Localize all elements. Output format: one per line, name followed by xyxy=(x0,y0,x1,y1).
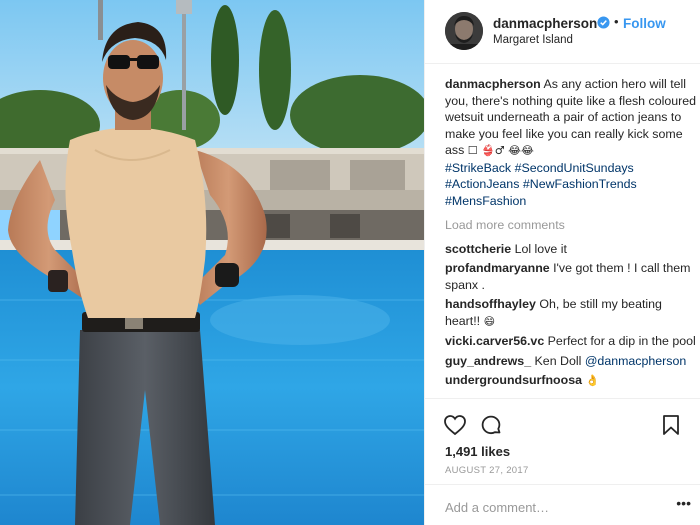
caption-username[interactable]: danmacpherson xyxy=(445,77,541,91)
mention-link[interactable]: @danmacpherson xyxy=(585,354,686,368)
post-side-panel: danmacpherson • Follow Margaret Island d… xyxy=(424,0,700,525)
comment-username[interactable]: vicki.carver56.vc xyxy=(445,334,544,348)
caption-emoji: ☐ 👙♂ 😂😂 xyxy=(467,144,534,157)
comment-username[interactable]: handsoffhayley xyxy=(445,297,536,311)
post-photo[interactable] xyxy=(0,0,424,525)
comment-item: undergroundsurfnoosa 👌 xyxy=(445,372,697,390)
comment-text: Lol love it xyxy=(514,241,567,256)
comment-item: profandmaryanne I've got them ! I call t… xyxy=(445,260,697,293)
comment-item: scottcherie Lol love it xyxy=(445,241,697,258)
follow-button[interactable]: Follow xyxy=(623,16,666,31)
comments-list: danmacpherson As any action hero will te… xyxy=(445,76,697,393)
more-options-icon[interactable]: ••• xyxy=(676,495,691,511)
comment-item: guy_andrews_ Ken Doll @danmacpherson xyxy=(445,353,697,370)
comment-username[interactable]: scottcherie xyxy=(445,242,511,256)
post-footer: 1,491 likes AUGUST 27, 2017 ••• xyxy=(425,398,700,525)
post-date: AUGUST 27, 2017 xyxy=(445,465,529,476)
load-more-comments-button[interactable]: Load more comments xyxy=(445,217,697,234)
location-link[interactable]: Margaret Island xyxy=(493,34,573,46)
comment-text: Ken Doll xyxy=(534,353,582,368)
separator-dot: • xyxy=(614,14,619,29)
hashtag-link[interactable]: #StrikeBack xyxy=(445,161,511,175)
hashtag-link[interactable]: #MensFashion xyxy=(445,194,526,208)
heart-icon[interactable] xyxy=(443,413,467,437)
hashtag-link[interactable]: #ActionJeans xyxy=(445,177,519,191)
hashtag-link[interactable]: #NewFashionTrends xyxy=(523,177,637,191)
comment-icon[interactable] xyxy=(479,413,503,437)
avatar[interactable] xyxy=(445,12,483,50)
comment-item: vicki.carver56.vc Perfect for a dip in t… xyxy=(445,333,697,350)
post-header: danmacpherson • Follow Margaret Island xyxy=(425,0,700,64)
comment-username[interactable]: guy_andrews_ xyxy=(445,354,531,368)
comment-username[interactable]: undergroundsurfnoosa xyxy=(445,373,582,387)
post-photo-illustration xyxy=(0,0,424,525)
comment-text: Perfect for a dip in the pool xyxy=(547,334,696,348)
post-caption: danmacpherson As any action hero will te… xyxy=(445,76,697,209)
bookmark-icon[interactable] xyxy=(659,413,683,437)
action-bar xyxy=(443,413,683,437)
likes-count[interactable]: 1,491 likes xyxy=(445,444,510,459)
comment-emoji: 😄 xyxy=(483,314,496,328)
comment-username[interactable]: profandmaryanne xyxy=(445,261,550,275)
comment-item: handsoffhayley Oh, be still my beating h… xyxy=(445,296,697,330)
verified-badge-icon xyxy=(597,16,610,29)
add-comment-input[interactable] xyxy=(445,497,681,517)
comment-emoji: 👌 xyxy=(585,374,600,387)
header-username[interactable]: danmacpherson xyxy=(493,16,597,31)
hashtag-link[interactable]: #SecondUnitSundays xyxy=(515,161,634,175)
add-comment-bar: ••• xyxy=(425,484,700,525)
